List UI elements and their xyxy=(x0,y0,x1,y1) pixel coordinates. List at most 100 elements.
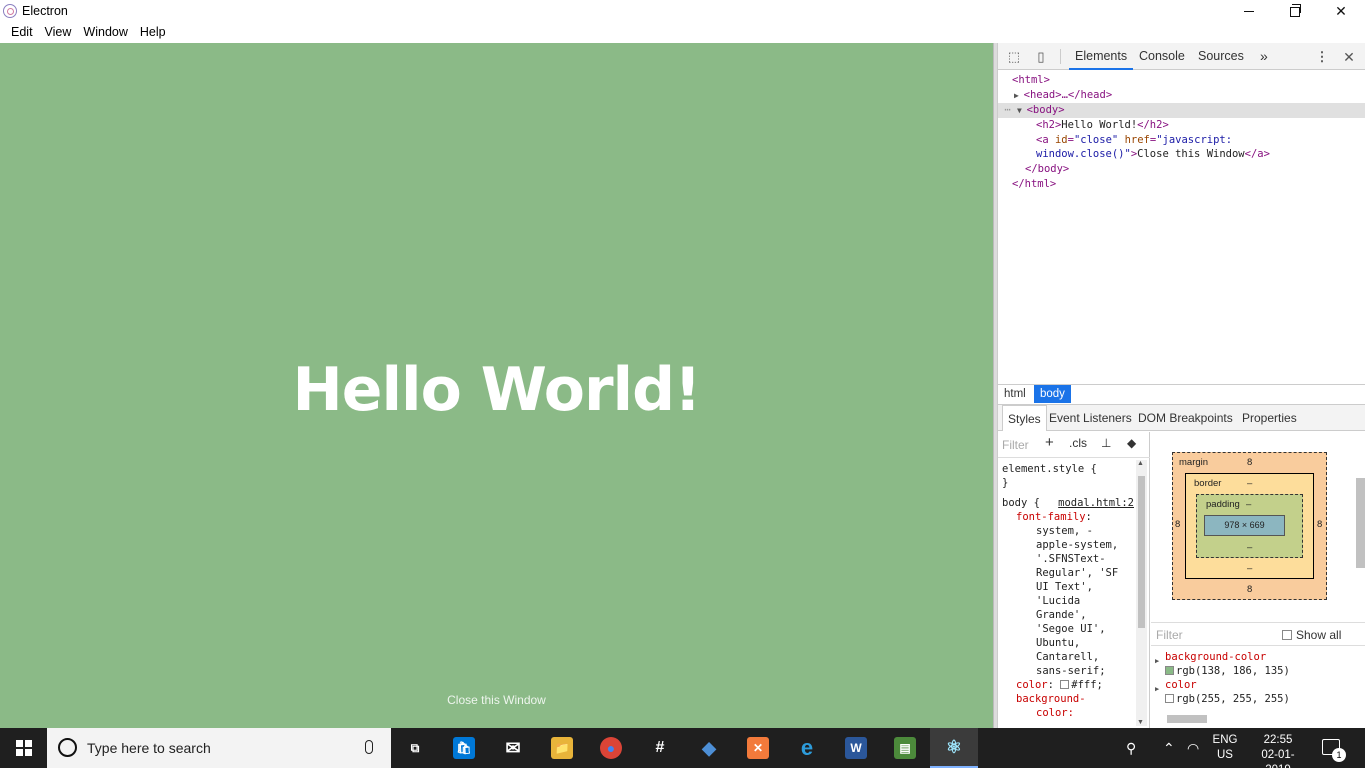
expand-triangle-icon[interactable]: ▶ xyxy=(1014,91,1024,100)
expand-triangle-icon[interactable]: ▶ xyxy=(1155,682,1159,696)
devtools-tabbar: ⬚ ▯ Elements Console Sources » ⋮ ✕ xyxy=(998,43,1365,70)
vscroll-thumb[interactable] xyxy=(1356,478,1365,568)
cls-button[interactable]: .cls xyxy=(1069,436,1087,450)
padding-top-value[interactable]: – xyxy=(1246,499,1251,510)
dom-node-body[interactable]: ⋯ ▼ <body> xyxy=(998,103,1365,118)
store-button[interactable]: 🛍 xyxy=(440,728,488,768)
inspect-element-icon[interactable]: ⬚ xyxy=(1006,49,1022,65)
computed-item[interactable]: ▶ background-color rgb(138, 186, 135) xyxy=(1155,650,1352,678)
font-family-prop[interactable]: font-family xyxy=(1016,511,1086,523)
xampp-button[interactable]: ✕ xyxy=(734,728,782,768)
tab-elements[interactable]: Elements xyxy=(1069,43,1134,70)
sublime-button[interactable]: ▤ xyxy=(881,728,929,768)
dom-node-html-close[interactable]: </html> xyxy=(1012,177,1056,192)
style-rules: element.style { } body {modal.html:2 fon… xyxy=(1002,463,1134,719)
start-button[interactable] xyxy=(0,728,47,768)
computed-item[interactable]: ▶ color rgb(255, 255, 255) xyxy=(1155,678,1352,706)
minimize-button[interactable] xyxy=(1226,0,1272,23)
styles-scroll-thumb[interactable] xyxy=(1138,476,1145,628)
padding-bottom-value[interactable]: – xyxy=(1247,542,1252,553)
expand-triangle-icon[interactable]: ▶ xyxy=(1155,654,1159,668)
computed-hscrollbar[interactable] xyxy=(1151,712,1351,724)
chevron-up-icon[interactable]: ⌃ xyxy=(1163,740,1175,757)
close-devtools-icon[interactable]: ✕ xyxy=(1341,49,1357,65)
people-icon[interactable]: ⚲ xyxy=(1126,740,1136,757)
dom-node-h2[interactable]: <h2>Hello World!</h2> xyxy=(1036,118,1169,133)
clock[interactable]: 22:55 02-01-2019 xyxy=(1250,733,1306,768)
styles-scrollbar[interactable]: ▲ ▼ xyxy=(1136,460,1147,726)
taskbar-search[interactable]: Type here to search xyxy=(47,728,391,768)
border-bottom-value[interactable]: – xyxy=(1247,563,1252,574)
color-swatch xyxy=(1165,694,1174,703)
electron-taskbar-button[interactable]: ⚛ xyxy=(930,728,978,768)
collapse-triangle-icon[interactable]: ▼ xyxy=(1017,106,1027,115)
element-style-open: element.style { xyxy=(1002,463,1097,475)
subtab-event-listeners[interactable]: Event Listeners xyxy=(1044,405,1137,431)
rendering-icon[interactable]: ◆ xyxy=(1127,436,1136,450)
margin-top-value[interactable]: 8 xyxy=(1247,457,1252,468)
device-toolbar-icon[interactable]: ▯ xyxy=(1033,49,1049,65)
computed-vscrollbar[interactable] xyxy=(1354,472,1365,712)
git-button[interactable]: ◆ xyxy=(685,728,733,768)
styles-filter-input[interactable]: Filter xyxy=(1002,438,1029,452)
styles-toolbar: Filter + .cls ⊥ ◆ xyxy=(998,432,1150,458)
slack-button[interactable]: # xyxy=(636,728,684,768)
dom-node-a-cont[interactable]: window.close()">Close this Window</a> xyxy=(1036,147,1270,162)
border-top-value[interactable]: – xyxy=(1247,478,1252,489)
breadcrumb-html[interactable]: html xyxy=(998,385,1032,403)
dom-node-head[interactable]: ▶ <head>…</head> xyxy=(1014,88,1112,103)
word-button[interactable]: W xyxy=(832,728,880,768)
menu-edit[interactable]: Edit xyxy=(5,23,39,43)
subtab-dom-breakpoints[interactable]: DOM Breakpoints xyxy=(1133,405,1238,431)
dom-node-html[interactable]: <html> xyxy=(1012,73,1050,88)
task-view-icon: ⧉ xyxy=(410,740,420,755)
bg-color-prop[interactable]: background- xyxy=(1016,693,1086,705)
subtab-styles[interactable]: Styles xyxy=(1002,405,1047,431)
checkbox-icon[interactable] xyxy=(1282,630,1292,640)
box-model-padding[interactable]: padding – – 978 × 669 xyxy=(1196,494,1303,558)
dom-node-a[interactable]: <a id="close" href="javascript: xyxy=(1036,133,1232,148)
file-explorer-button[interactable]: 📁 xyxy=(538,728,586,768)
maximize-button[interactable] xyxy=(1272,0,1318,23)
computed-pane: margin 8 8 8 8 border – – padding – – 97… xyxy=(1151,432,1365,728)
microphone-icon[interactable] xyxy=(365,740,373,754)
color-prop[interactable]: color xyxy=(1016,679,1048,691)
computed-filter-input[interactable]: Filter xyxy=(1156,628,1183,642)
show-all-checkbox[interactable]: Show all xyxy=(1282,628,1341,642)
mail-button[interactable]: ✉ xyxy=(489,728,537,768)
edge-button[interactable]: e xyxy=(783,728,831,768)
menu-window[interactable]: Window xyxy=(77,23,133,43)
color-value[interactable]: #fff; xyxy=(1071,679,1103,691)
breadcrumb-body[interactable]: body xyxy=(1034,385,1071,403)
task-view-button[interactable]: ⧉ xyxy=(391,728,439,768)
box-model-margin[interactable]: margin 8 8 8 8 border – – padding – – 97… xyxy=(1172,452,1327,600)
box-model-border[interactable]: border – – padding – – 978 × 669 xyxy=(1185,473,1314,579)
dom-node-body-close[interactable]: </body> xyxy=(1025,162,1069,177)
search-input[interactable]: Type here to search xyxy=(87,740,211,756)
kebab-menu-icon[interactable]: ⋮ xyxy=(1314,49,1330,65)
color-swatch[interactable] xyxy=(1060,680,1070,689)
taskbar: Type here to search ⧉ 🛍 ✉ 📁 ● # ◆ ✕ e W … xyxy=(0,728,1365,768)
box-model-content[interactable]: 978 × 669 xyxy=(1204,515,1285,536)
add-rule-button[interactable]: + xyxy=(1045,434,1054,451)
close-window-link[interactable]: Close this Window xyxy=(0,693,993,707)
close-window-button[interactable]: ✕ xyxy=(1318,0,1364,23)
font-family-value[interactable]: system, - apple-system, '.SFNSText- Regu… xyxy=(1002,524,1134,678)
menu-help[interactable]: Help xyxy=(134,23,172,43)
subtab-properties[interactable]: Properties xyxy=(1237,405,1302,431)
margin-left-value[interactable]: 8 xyxy=(1175,519,1180,530)
wifi-icon[interactable]: ◠ xyxy=(1187,740,1199,757)
menu-view[interactable]: View xyxy=(39,23,78,43)
more-tabs-icon[interactable]: » xyxy=(1254,43,1274,70)
window-title: Electron xyxy=(22,4,68,18)
tab-console[interactable]: Console xyxy=(1133,43,1191,70)
rule-source-link[interactable]: modal.html:2 xyxy=(1058,496,1134,510)
hscroll-thumb[interactable] xyxy=(1167,715,1207,723)
margin-bottom-value[interactable]: 8 xyxy=(1247,584,1252,595)
pin-icon[interactable]: ⊥ xyxy=(1101,436,1111,450)
chrome-button[interactable]: ● xyxy=(587,728,635,768)
margin-right-value[interactable]: 8 xyxy=(1317,519,1322,530)
tab-sources[interactable]: Sources xyxy=(1192,43,1250,70)
language-indicator[interactable]: ENG US xyxy=(1212,733,1238,763)
margin-label: margin xyxy=(1179,457,1209,468)
